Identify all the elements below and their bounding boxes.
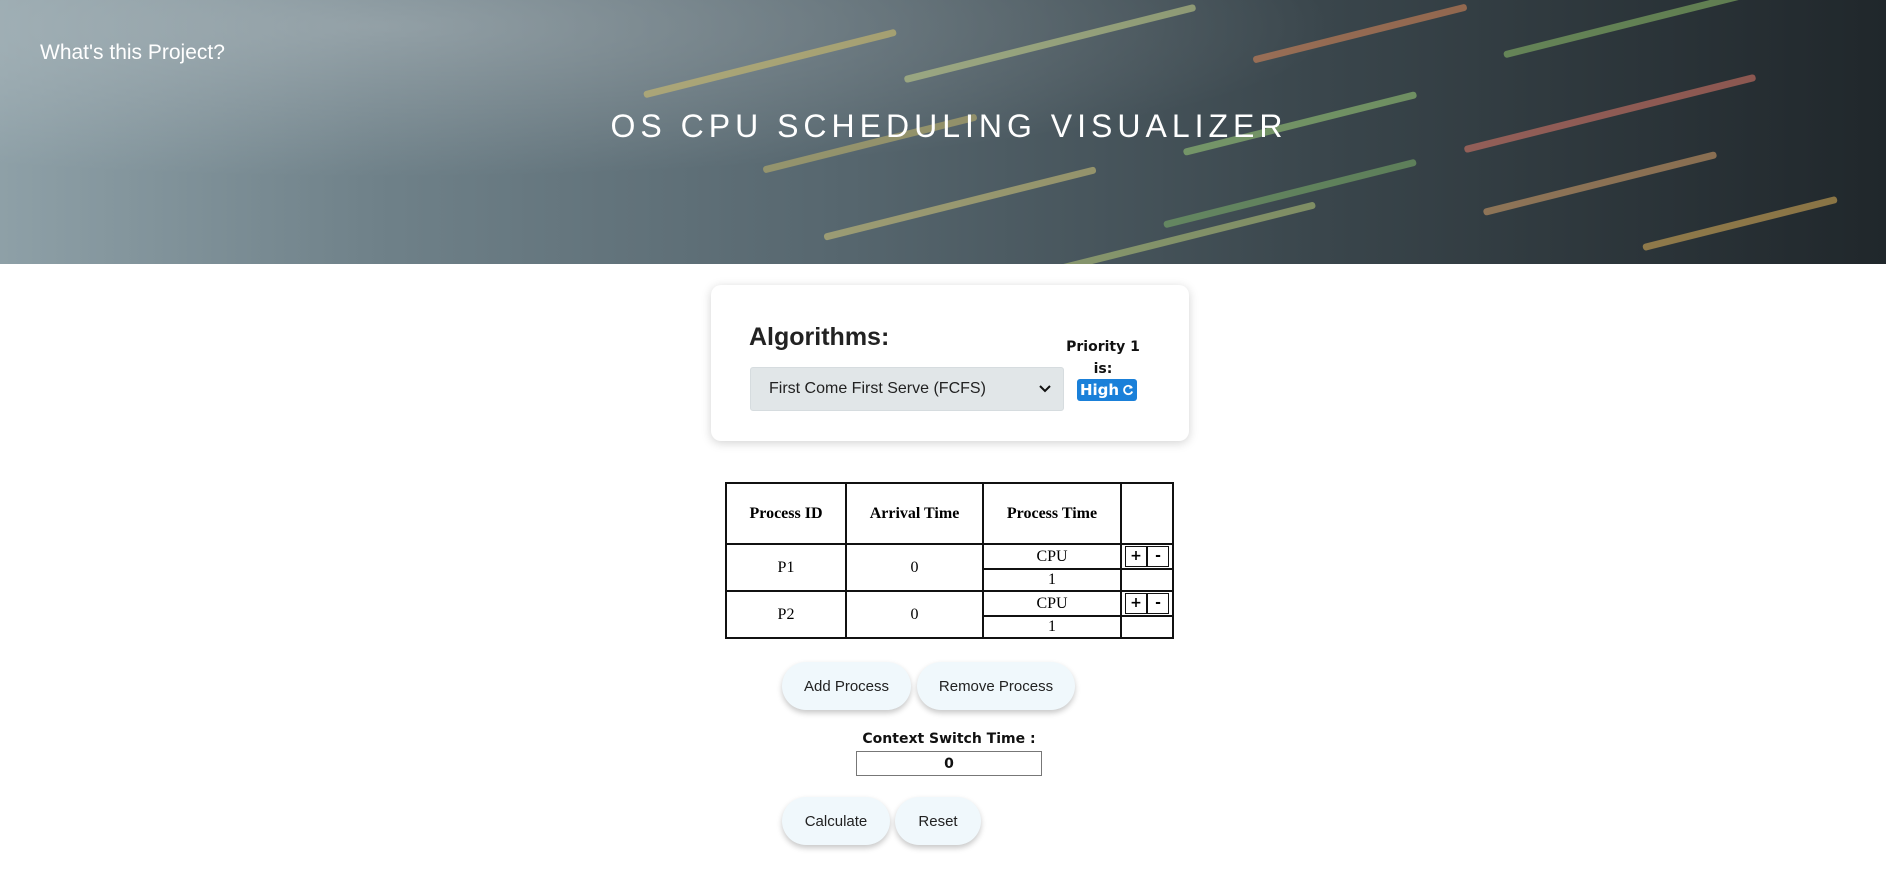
page-title: OS CPU SCHEDULING VISUALIZER xyxy=(610,108,1288,144)
table-row: P2 0 CPU + - xyxy=(725,590,1174,639)
empty-cell xyxy=(1120,615,1174,639)
algorithm-selected-value: First Come First Serve (FCFS) xyxy=(769,380,986,397)
burst-value-cell[interactable]: 1 xyxy=(982,615,1122,639)
burst-value-cell[interactable]: 1 xyxy=(982,568,1122,592)
algorithm-heading: Algorithms: xyxy=(749,323,890,351)
algorithm-card: Algorithms: First Come First Serve (FCFS… xyxy=(711,285,1189,441)
add-burst-button[interactable]: + xyxy=(1125,593,1147,614)
reset-button[interactable]: Reset xyxy=(895,797,981,845)
burst-type-cell: CPU xyxy=(982,543,1122,570)
header-process-time: Process Time xyxy=(982,482,1122,545)
process-id-cell: P2 xyxy=(725,590,847,639)
process-table: Process ID Arrival Time Process Time P1 … xyxy=(725,482,1174,639)
priority-toggle-button[interactable]: High xyxy=(1077,379,1137,401)
context-switch-label: Context Switch Time : xyxy=(862,731,1036,747)
add-process-button[interactable]: Add Process xyxy=(782,662,911,710)
remove-burst-button[interactable]: - xyxy=(1147,593,1169,614)
refresh-icon xyxy=(1123,384,1134,396)
header-process-id: Process ID xyxy=(725,482,847,545)
burst-controls: + - xyxy=(1120,590,1174,617)
header-arrival-time: Arrival Time xyxy=(845,482,984,545)
add-burst-button[interactable]: + xyxy=(1125,546,1147,567)
arrival-time-cell[interactable]: 0 xyxy=(845,590,984,639)
priority-value: High xyxy=(1079,381,1120,399)
table-header-row: Process ID Arrival Time Process Time xyxy=(725,482,1174,545)
priority-label: Priority 1 is: xyxy=(1066,339,1140,377)
header-controls xyxy=(1120,482,1174,545)
hero-banner: What's this Project? OS CPU SCHEDULING V… xyxy=(0,0,1886,264)
about-project-link[interactable]: What's this Project? xyxy=(40,41,225,65)
remove-burst-button[interactable]: - xyxy=(1147,546,1169,567)
process-id-cell: P1 xyxy=(725,543,847,592)
remove-process-button[interactable]: Remove Process xyxy=(917,662,1075,710)
burst-controls: + - xyxy=(1120,543,1174,570)
calculate-button[interactable]: Calculate xyxy=(782,797,890,845)
context-switch-input[interactable] xyxy=(856,751,1042,776)
chevron-down-icon xyxy=(1039,385,1051,393)
algorithm-select[interactable]: First Come First Serve (FCFS) xyxy=(750,367,1064,411)
empty-cell xyxy=(1120,568,1174,592)
burst-type-cell: CPU xyxy=(982,590,1122,617)
arrival-time-cell[interactable]: 0 xyxy=(845,543,984,592)
table-row: P1 0 CPU + - xyxy=(725,543,1174,592)
